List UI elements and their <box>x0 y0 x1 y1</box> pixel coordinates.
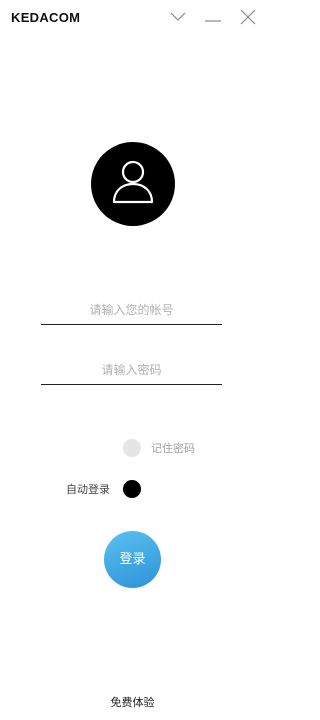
title-bar: KEDACOM <box>0 0 265 36</box>
user-icon <box>112 160 154 204</box>
account-input[interactable] <box>41 295 222 325</box>
remember-password-label: 记住密码 <box>151 442 195 455</box>
login-button[interactable]: 登录 <box>104 531 161 588</box>
close-button[interactable] <box>237 8 259 26</box>
minimize-button[interactable] <box>202 8 224 26</box>
close-icon <box>240 9 256 25</box>
expand-button[interactable] <box>167 8 189 26</box>
password-input[interactable] <box>41 355 222 385</box>
avatar <box>91 142 175 226</box>
free-trial-link[interactable]: 免费体验 <box>0 694 265 710</box>
remember-password-checkbox[interactable] <box>123 439 141 457</box>
logo: KEDACOM <box>11 10 81 25</box>
chevron-down-icon <box>170 12 186 21</box>
auto-login-checkbox[interactable] <box>123 480 141 498</box>
auto-login-label: 自动登录 <box>66 483 110 496</box>
minimize-icon <box>205 20 221 22</box>
